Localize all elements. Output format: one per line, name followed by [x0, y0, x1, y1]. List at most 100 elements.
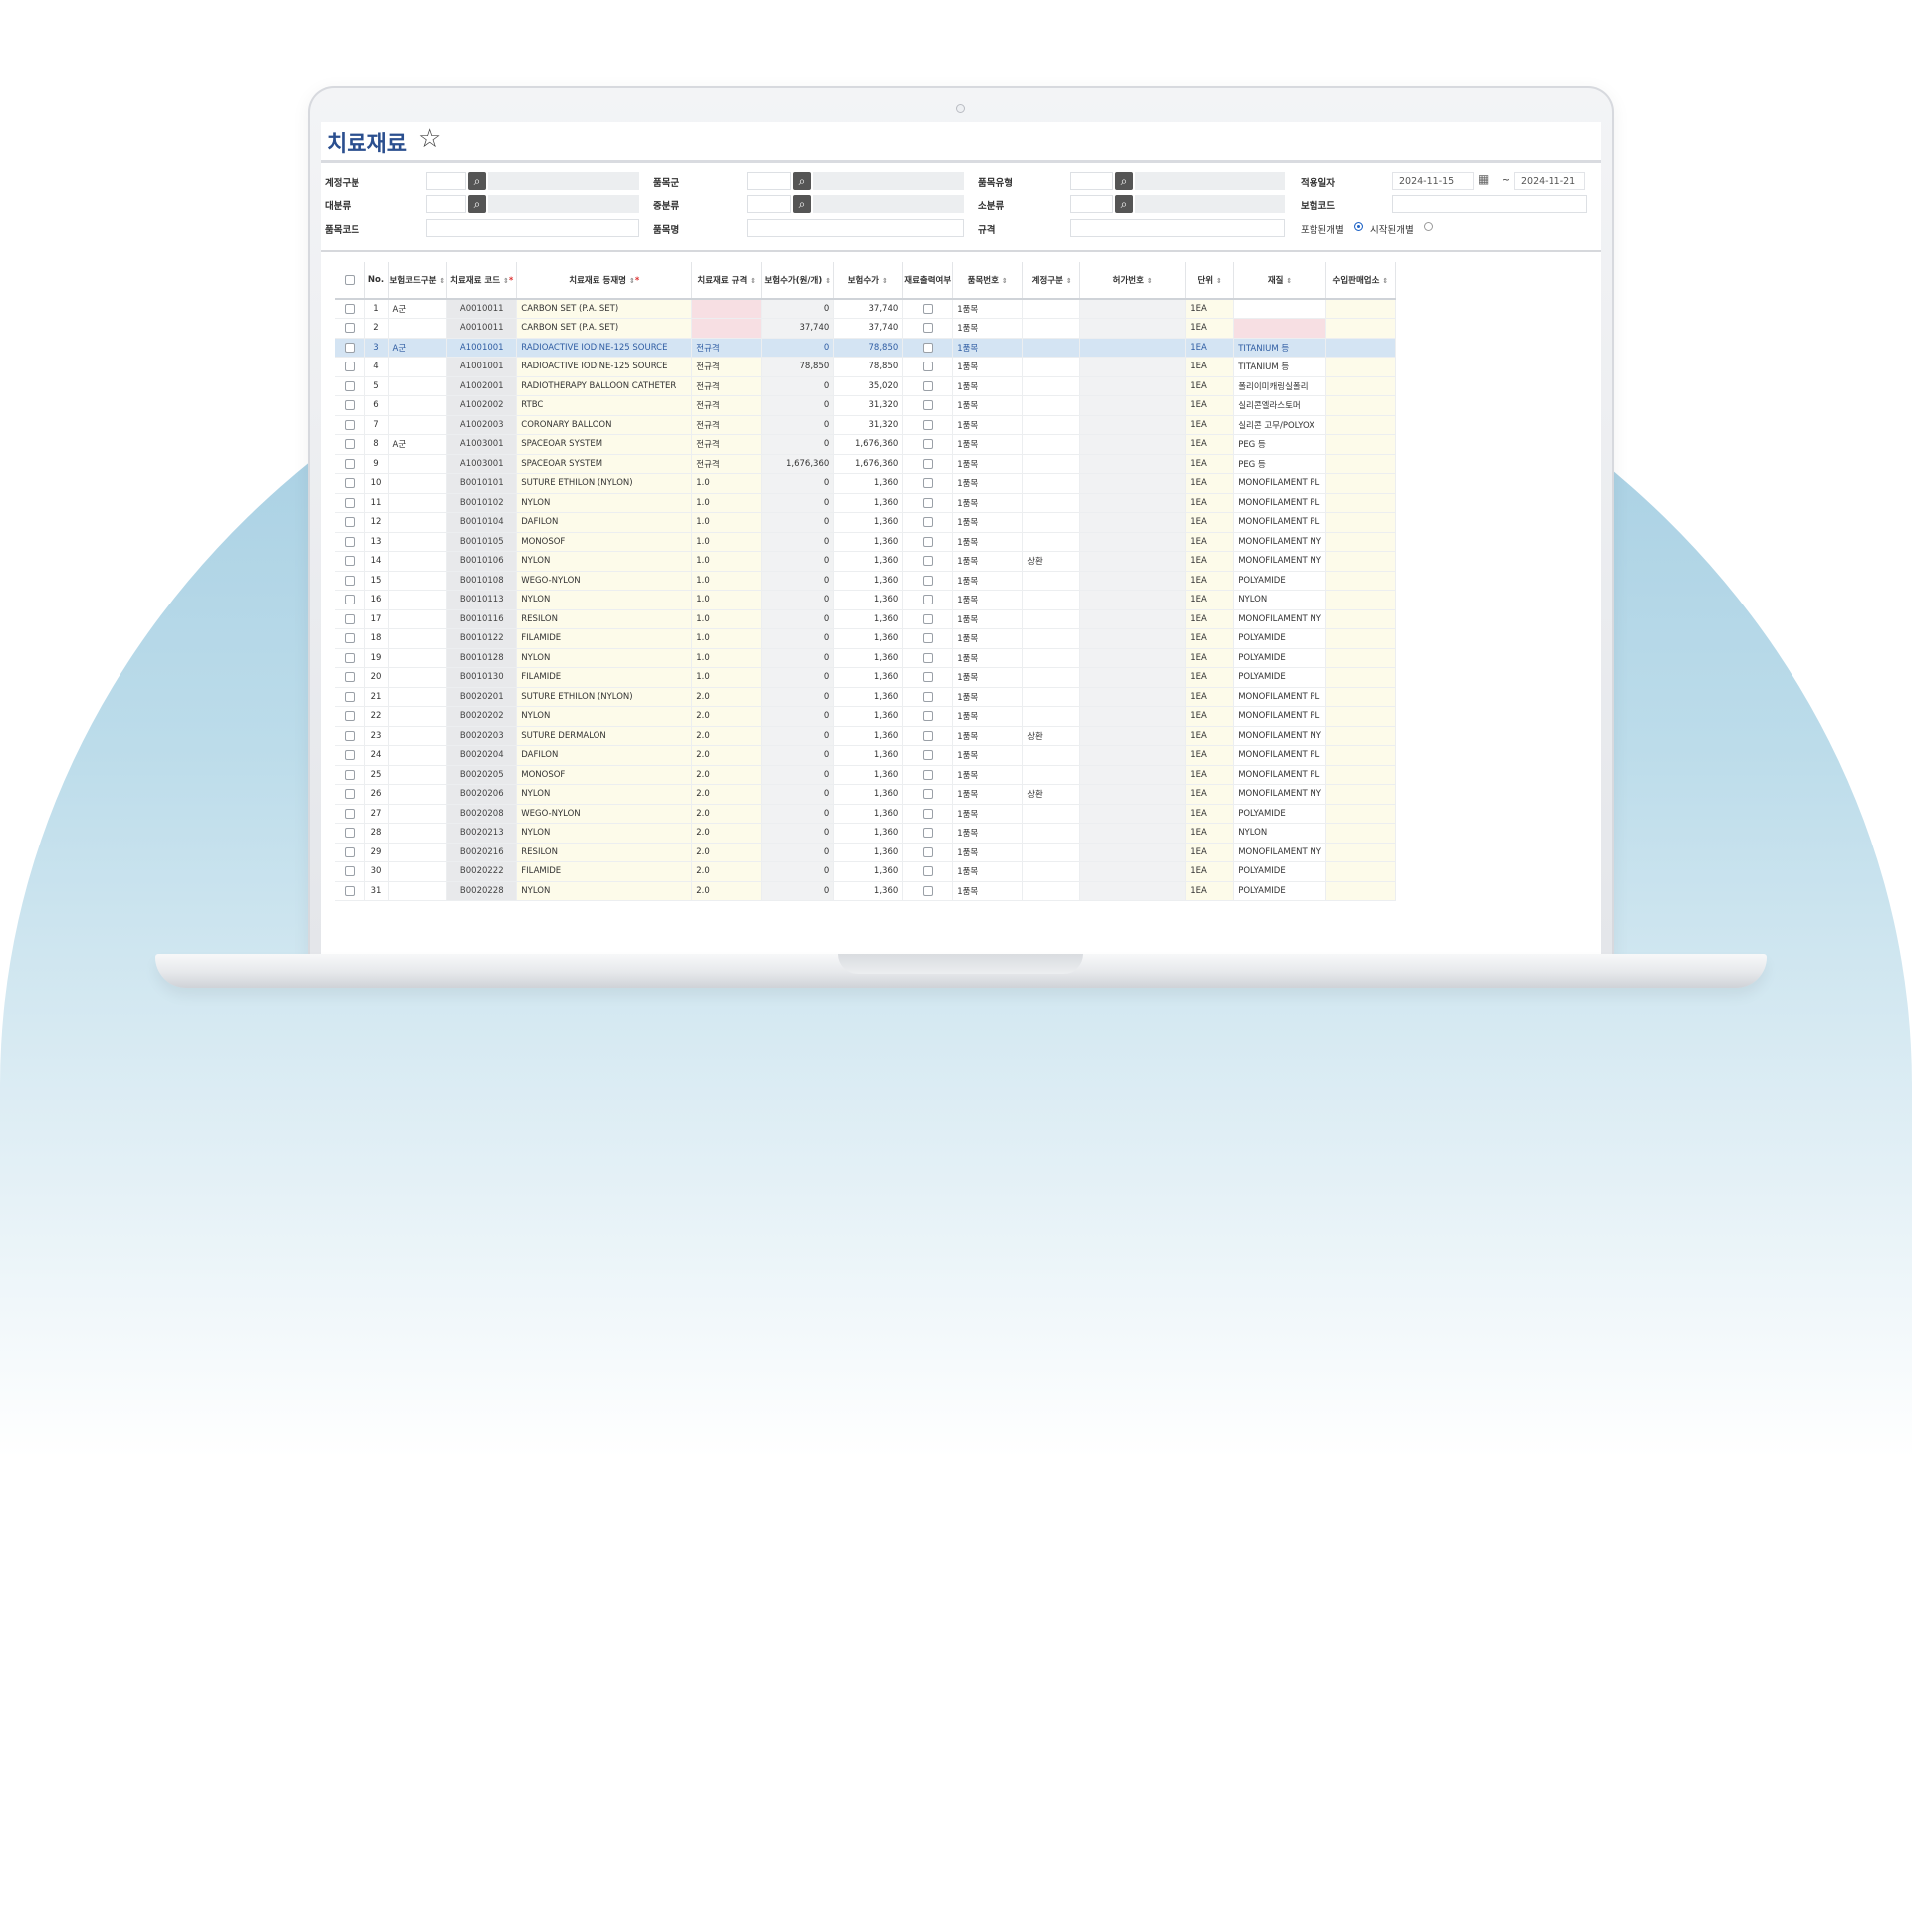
row-select-cell[interactable] [335, 628, 365, 649]
table-row[interactable]: 12 B0010104 DAFILON 1.0 0 1,360 1품목 1EA MONOFILA… [335, 512, 1396, 533]
middle-code-input[interactable] [747, 195, 791, 213]
table-row[interactable]: 2 A0010011 CARBON SET (P.A. SET) 37,740 37,7… [335, 318, 1396, 339]
row-select-cell[interactable] [335, 473, 365, 494]
table-row[interactable]: 27 B0020208 WEGO-NYLON 2.0 0 1,360 1품목 1EA POLYA… [335, 804, 1396, 824]
row-select-cell[interactable] [335, 687, 365, 707]
row-select-cell[interactable] [335, 745, 365, 766]
row-select-cell[interactable] [335, 434, 365, 455]
date-to-input[interactable]: 2024-11-21 [1514, 172, 1585, 190]
header-insurance-group[interactable]: 보험코드구분 ⇕ [388, 262, 448, 300]
print-flag-cell[interactable] [902, 512, 954, 533]
row-checkbox[interactable] [344, 342, 355, 353]
print-flag-checkbox[interactable] [922, 575, 933, 586]
table-row[interactable]: 10 B0010101 SUTURE ETHILON (NYLON) 1.0 0 1,36… [335, 473, 1396, 494]
print-flag-cell[interactable] [902, 706, 954, 727]
row-select-cell[interactable] [335, 609, 365, 629]
print-flag-cell[interactable] [902, 299, 954, 319]
print-flag-checkbox[interactable] [922, 536, 933, 547]
print-flag-checkbox[interactable] [922, 556, 933, 566]
print-flag-cell[interactable] [902, 881, 954, 901]
table-row[interactable]: 18 B0010122 FILAMIDE 1.0 0 1,360 1품목 1EA POLYAMI… [335, 628, 1396, 649]
row-select-cell[interactable] [335, 512, 365, 533]
table-row[interactable]: 16 B0010113 NYLON 1.0 0 1,360 1품목 1EA NYLON [335, 590, 1396, 610]
row-select-cell[interactable] [335, 667, 365, 688]
print-flag-checkbox[interactable] [922, 323, 933, 333]
row-select-cell[interactable] [335, 881, 365, 901]
table-row[interactable]: 15 B0010108 WEGO-NYLON 1.0 0 1,360 1품목 1EA POLYA… [335, 571, 1396, 591]
row-select-cell[interactable] [335, 415, 365, 435]
middle-search-button[interactable]: ⌕ [793, 195, 811, 213]
table-row[interactable]: 26 B0020206 NYLON 2.0 0 1,360 1품목 상환 1EA MONOFILA… [335, 784, 1396, 805]
row-select-cell[interactable] [335, 843, 365, 862]
row-select-cell[interactable] [335, 299, 365, 319]
row-select-cell[interactable] [335, 551, 365, 572]
row-checkbox[interactable] [344, 750, 355, 760]
print-flag-checkbox[interactable] [922, 595, 933, 604]
print-flag-checkbox[interactable] [922, 380, 933, 391]
radio-included[interactable] [1354, 222, 1363, 231]
print-flag-checkbox[interactable] [922, 458, 933, 469]
row-checkbox[interactable] [344, 380, 355, 391]
itemtype-code-input[interactable] [1070, 172, 1113, 190]
print-flag-checkbox[interactable] [922, 497, 933, 508]
row-checkbox[interactable] [344, 711, 355, 721]
print-flag-checkbox[interactable] [922, 439, 933, 449]
minor-search-button[interactable]: ⌕ [1115, 195, 1133, 213]
row-checkbox[interactable] [344, 362, 355, 371]
header-importer[interactable]: 수입판매업소 ⇕ [1325, 262, 1396, 300]
row-checkbox[interactable] [344, 478, 355, 488]
print-flag-checkbox[interactable] [922, 613, 933, 624]
row-checkbox[interactable] [344, 691, 355, 702]
print-flag-checkbox[interactable] [922, 808, 933, 819]
row-checkbox[interactable] [344, 439, 355, 449]
row-checkbox[interactable] [344, 595, 355, 604]
minor-code-input[interactable] [1070, 195, 1113, 213]
print-flag-cell[interactable] [902, 493, 954, 513]
print-flag-cell[interactable] [902, 628, 954, 649]
itemgroup-code-input[interactable] [747, 172, 791, 190]
table-row[interactable]: 1 A군 A0010011 CARBON SET (P.A. SET) 0 37,740 1… [335, 299, 1396, 319]
row-select-cell[interactable] [335, 493, 365, 513]
row-checkbox[interactable] [344, 672, 355, 682]
print-flag-checkbox[interactable] [922, 478, 933, 488]
print-flag-cell[interactable] [902, 784, 954, 805]
row-select-cell[interactable] [335, 532, 365, 552]
print-flag-cell[interactable] [902, 648, 954, 668]
table-row[interactable]: 23 B0020203 SUTURE DERMALON 2.0 0 1,360 1품목 상환 1… [335, 726, 1396, 746]
header-material-name[interactable]: 치료재료 등재명 ⇕* [516, 262, 693, 300]
row-checkbox[interactable] [344, 517, 355, 527]
spec-input[interactable] [1070, 219, 1285, 237]
major-code-input[interactable] [426, 195, 466, 213]
row-checkbox[interactable] [344, 419, 355, 430]
row-checkbox[interactable] [344, 303, 355, 314]
print-flag-cell[interactable] [902, 454, 954, 474]
table-row[interactable]: 11 B0010102 NYLON 1.0 0 1,360 1품목 1EA MONOFILAME… [335, 493, 1396, 513]
row-select-cell[interactable] [335, 357, 365, 377]
row-select-cell[interactable] [335, 571, 365, 591]
print-flag-cell[interactable] [902, 804, 954, 824]
table-row[interactable]: 21 B0020201 SUTURE ETHILON (NYLON) 2.0 0 1,36… [335, 687, 1396, 707]
row-select-cell[interactable] [335, 454, 365, 474]
account-search-button[interactable]: ⌕ [468, 172, 486, 190]
header-material[interactable]: 재질 ⇕ [1233, 262, 1326, 300]
table-row[interactable]: 5 A1002001 RADIOTHERAPY BALLOON CATHETER 전규… [335, 376, 1396, 396]
print-flag-checkbox[interactable] [922, 672, 933, 682]
table-row[interactable]: 20 B0010130 FILAMIDE 1.0 0 1,360 1품목 1EA POLYAMI… [335, 667, 1396, 688]
table-row[interactable]: 31 B0020228 NYLON 2.0 0 1,360 1품목 1EA POLYAMIDE [335, 881, 1396, 901]
account-code-input[interactable] [426, 172, 466, 190]
favorite-star-icon[interactable]: ☆ [418, 124, 441, 154]
row-checkbox[interactable] [344, 885, 355, 896]
print-flag-checkbox[interactable] [922, 652, 933, 663]
row-checkbox[interactable] [344, 575, 355, 586]
table-row[interactable]: 13 B0010105 MONOSOF 1.0 0 1,360 1품목 1EA MONOFILA… [335, 532, 1396, 552]
print-flag-cell[interactable] [902, 667, 954, 688]
row-checkbox[interactable] [344, 613, 355, 624]
row-select-cell[interactable] [335, 823, 365, 844]
print-flag-cell[interactable] [902, 765, 954, 785]
row-select-cell[interactable] [335, 648, 365, 668]
print-flag-cell[interactable] [902, 687, 954, 707]
row-checkbox[interactable] [344, 769, 355, 780]
print-flag-cell[interactable] [902, 823, 954, 844]
row-select-cell[interactable] [335, 765, 365, 785]
table-row[interactable]: 8 A군 A1003001 SPACEOAR SYSTEM 전규격 0 1,676,360 1… [335, 434, 1396, 455]
